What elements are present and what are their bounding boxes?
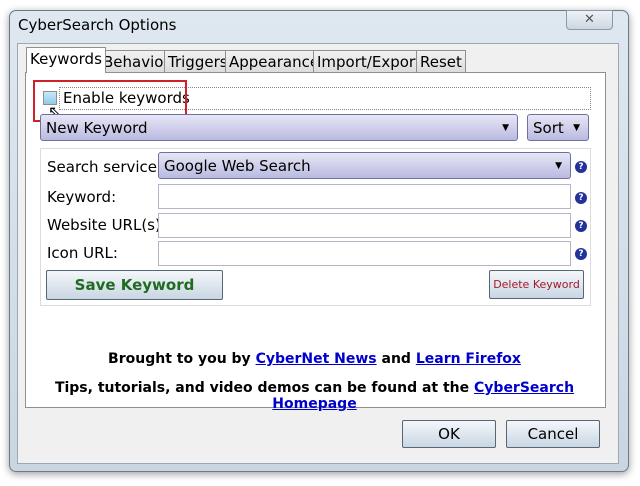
tab-behavior[interactable]: Behavior [99,50,174,72]
tips-line: Tips, tutorials, and video demos can be … [25,380,604,412]
credits-text: Brought to you by [108,351,256,367]
tab-reset[interactable]: Reset [416,50,466,72]
keyword-select-value: New Keyword [46,119,148,137]
website-url-input[interactable] [158,213,571,238]
help-icon[interactable]: ? [575,161,587,173]
help-icon[interactable]: ? [575,220,587,232]
keyword-input[interactable] [158,184,571,209]
sort-button[interactable]: Sort ▼ [527,114,589,141]
search-service-value: Google Web Search [164,157,311,175]
cancel-button[interactable]: Cancel [506,420,600,448]
save-keyword-button[interactable]: Save Keyword [46,270,223,300]
search-service-label: Search service: [47,158,163,176]
icon-url-label: Icon URL: [47,244,118,262]
website-url-label: Website URL(s): [47,216,166,234]
keyword-select[interactable]: New Keyword ▼ [40,114,518,141]
chevron-down-icon: ▼ [555,161,562,171]
credits-line: Brought to you by CyberNet News and Lear… [25,351,604,367]
icon-url-input[interactable] [158,241,571,266]
tips-text: Tips, tutorials, and video demos can be … [54,380,475,396]
chevron-down-icon: ▼ [502,123,509,133]
keyword-label: Keyword: [47,188,117,206]
tab-triggers[interactable]: Triggers [164,50,232,72]
ok-button[interactable]: OK [402,420,496,448]
cybernet-news-link[interactable]: CyberNet News [256,351,377,367]
tab-keywords[interactable]: Keywords [26,47,106,73]
credits-text: and [376,351,416,367]
learn-firefox-link[interactable]: Learn Firefox [416,351,521,367]
sort-label: Sort [533,119,564,137]
tab-import-export[interactable]: Import/Export [313,50,425,72]
delete-keyword-button[interactable]: Delete Keyword [489,270,584,299]
tab-appearance[interactable]: Appearance [225,50,324,72]
chevron-down-icon: ▼ [573,123,580,133]
window-title: CyberSearch Options [18,16,177,34]
search-service-select[interactable]: Google Web Search ▼ [158,152,571,179]
close-button[interactable]: ✕ [566,10,613,30]
help-icon[interactable]: ? [575,192,587,204]
help-icon[interactable]: ? [575,248,587,260]
